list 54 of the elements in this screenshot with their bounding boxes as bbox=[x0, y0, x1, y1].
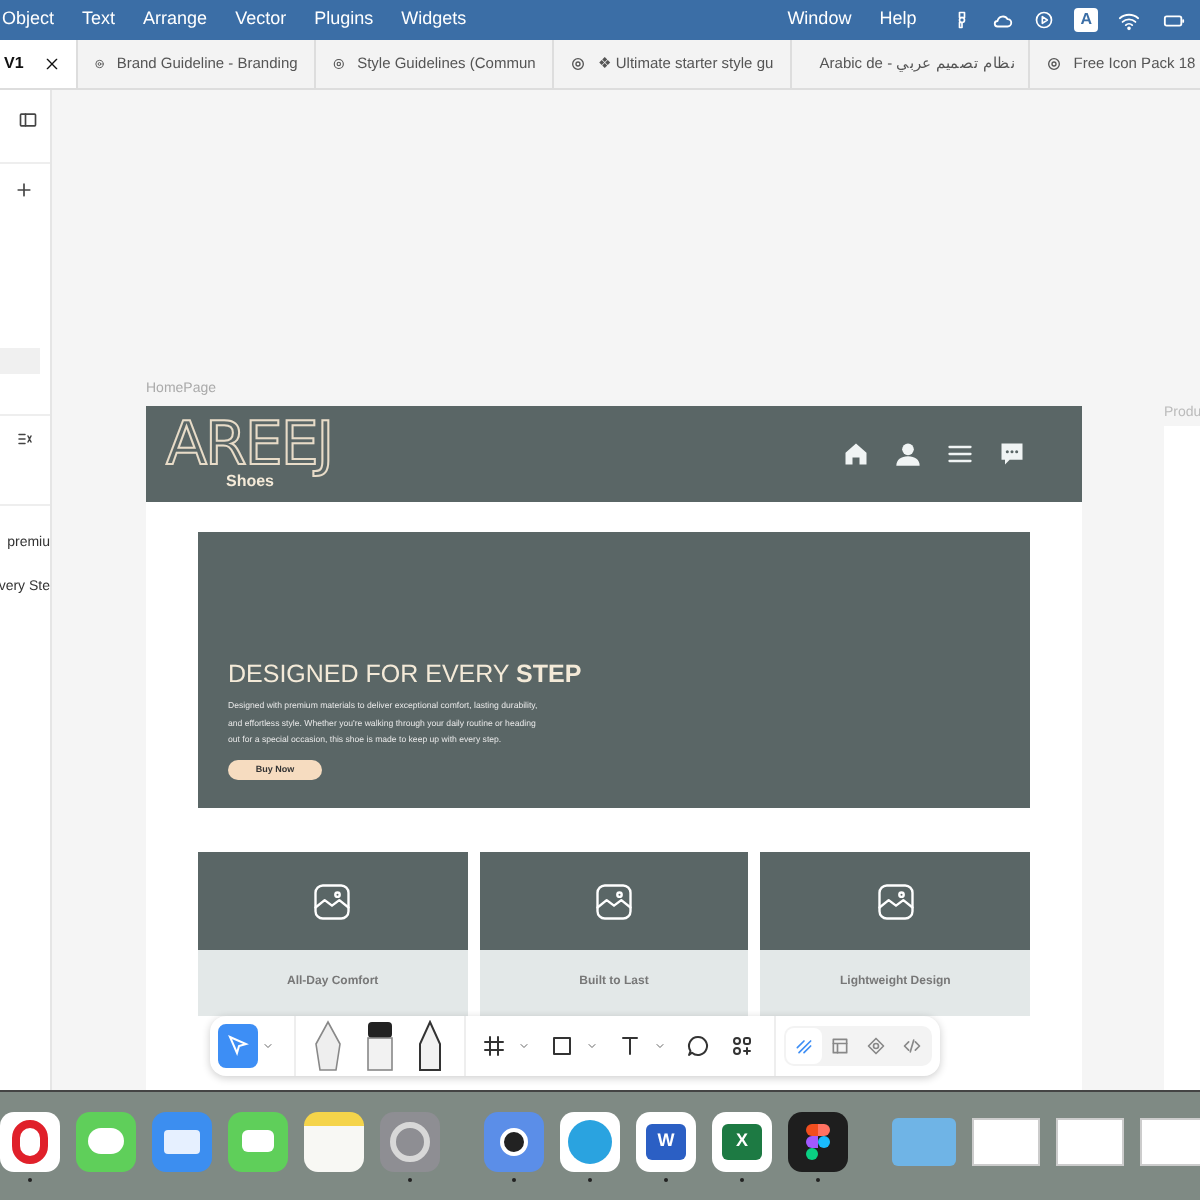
figma-file-icon bbox=[331, 56, 346, 72]
figma-file-icon bbox=[569, 56, 586, 72]
menu-item[interactable]: Arrange bbox=[143, 6, 208, 34]
pen-nib-icon bbox=[312, 1020, 344, 1072]
list-icon[interactable] bbox=[16, 430, 34, 448]
document-thumbnail[interactable] bbox=[972, 1117, 1040, 1165]
app-icon[interactable]: X bbox=[712, 1111, 772, 1171]
cursor-icon bbox=[226, 1034, 250, 1058]
caret-icon[interactable] bbox=[518, 1040, 530, 1052]
input-source-badge[interactable]: A bbox=[1074, 8, 1098, 32]
document-thumbnail[interactable] bbox=[1056, 1117, 1124, 1165]
image-icon bbox=[591, 879, 636, 923]
marker-icon bbox=[364, 1020, 396, 1072]
caret-icon[interactable] bbox=[654, 1040, 666, 1052]
layout-icon bbox=[830, 1036, 850, 1056]
close-icon[interactable] bbox=[43, 56, 60, 72]
document-thumbnail[interactable] bbox=[1140, 1117, 1200, 1165]
sidebar-toggle-icon[interactable] bbox=[18, 110, 38, 130]
caret-icon[interactable] bbox=[586, 1040, 598, 1052]
mode-button[interactable] bbox=[786, 1028, 822, 1064]
menu-item[interactable]: Text bbox=[82, 6, 116, 34]
menu-item[interactable]: Help bbox=[879, 6, 917, 34]
draw-mode-icon bbox=[794, 1036, 814, 1056]
image-icon bbox=[873, 879, 918, 923]
chat-icon[interactable] bbox=[998, 440, 1026, 468]
square-icon bbox=[550, 1034, 574, 1058]
caret-icon[interactable] bbox=[262, 1040, 274, 1052]
text-tool-icon bbox=[618, 1034, 642, 1058]
figma-file-icon bbox=[1045, 56, 1062, 72]
hero-headline: DESIGNED FOR EVERY STEP bbox=[228, 661, 584, 687]
logo-subtitle: Shoes bbox=[226, 473, 275, 489]
menu-item[interactable]: Object bbox=[2, 6, 55, 34]
wifi-icon bbox=[1118, 9, 1140, 31]
app-icon[interactable]: W bbox=[636, 1111, 696, 1171]
home-icon[interactable] bbox=[842, 440, 870, 468]
image-icon bbox=[310, 879, 355, 923]
menu-icon[interactable] bbox=[946, 440, 974, 468]
menu-item[interactable]: Widgets bbox=[401, 6, 467, 34]
menu-item[interactable]: Plugins bbox=[314, 6, 374, 34]
speech-bubble-icon bbox=[686, 1034, 710, 1058]
figma-file-icon bbox=[93, 56, 105, 72]
shapes-plus-icon bbox=[730, 1034, 754, 1058]
code-icon bbox=[902, 1036, 922, 1056]
file-tab[interactable]: V1 bbox=[0, 40, 76, 88]
frame-hash-icon bbox=[482, 1034, 506, 1058]
play-circle-icon bbox=[1034, 10, 1055, 30]
app-icon[interactable] bbox=[484, 1111, 544, 1171]
menu-item[interactable]: Window bbox=[787, 6, 852, 34]
pencil-icon bbox=[416, 1020, 444, 1072]
diamond-icon bbox=[866, 1036, 886, 1056]
app-icon[interactable] bbox=[788, 1111, 848, 1171]
user-icon[interactable] bbox=[894, 440, 922, 468]
menu-item[interactable]: Vector bbox=[235, 6, 287, 34]
plus-icon[interactable] bbox=[14, 180, 34, 200]
